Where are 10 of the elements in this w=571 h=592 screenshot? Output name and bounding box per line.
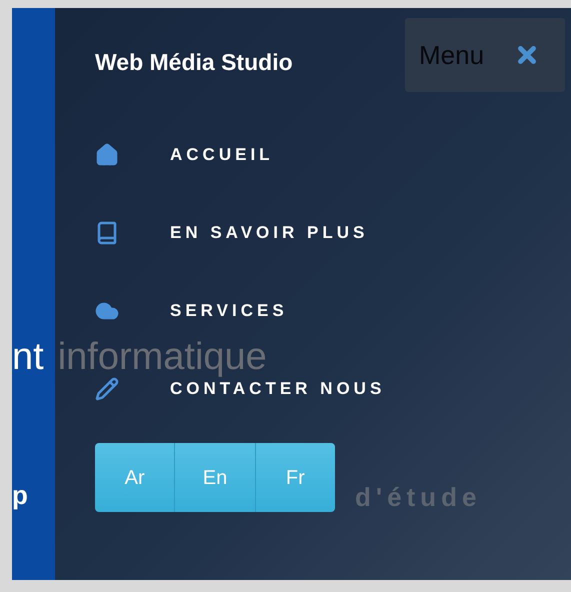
headline-text: nt — [12, 338, 44, 376]
nav-item[interactable]: ACCUEIL — [95, 141, 386, 169]
book-icon — [95, 221, 119, 245]
subtitle-text: p — [12, 482, 33, 508]
site-title: Web Média Studio — [95, 48, 294, 76]
pencil-icon — [95, 377, 119, 401]
nav-item[interactable]: SERVICES — [95, 297, 386, 325]
nav-item[interactable]: EN SAVOIR PLUS — [95, 219, 386, 247]
headline-text: informatique — [58, 338, 267, 376]
home-icon — [95, 143, 119, 167]
